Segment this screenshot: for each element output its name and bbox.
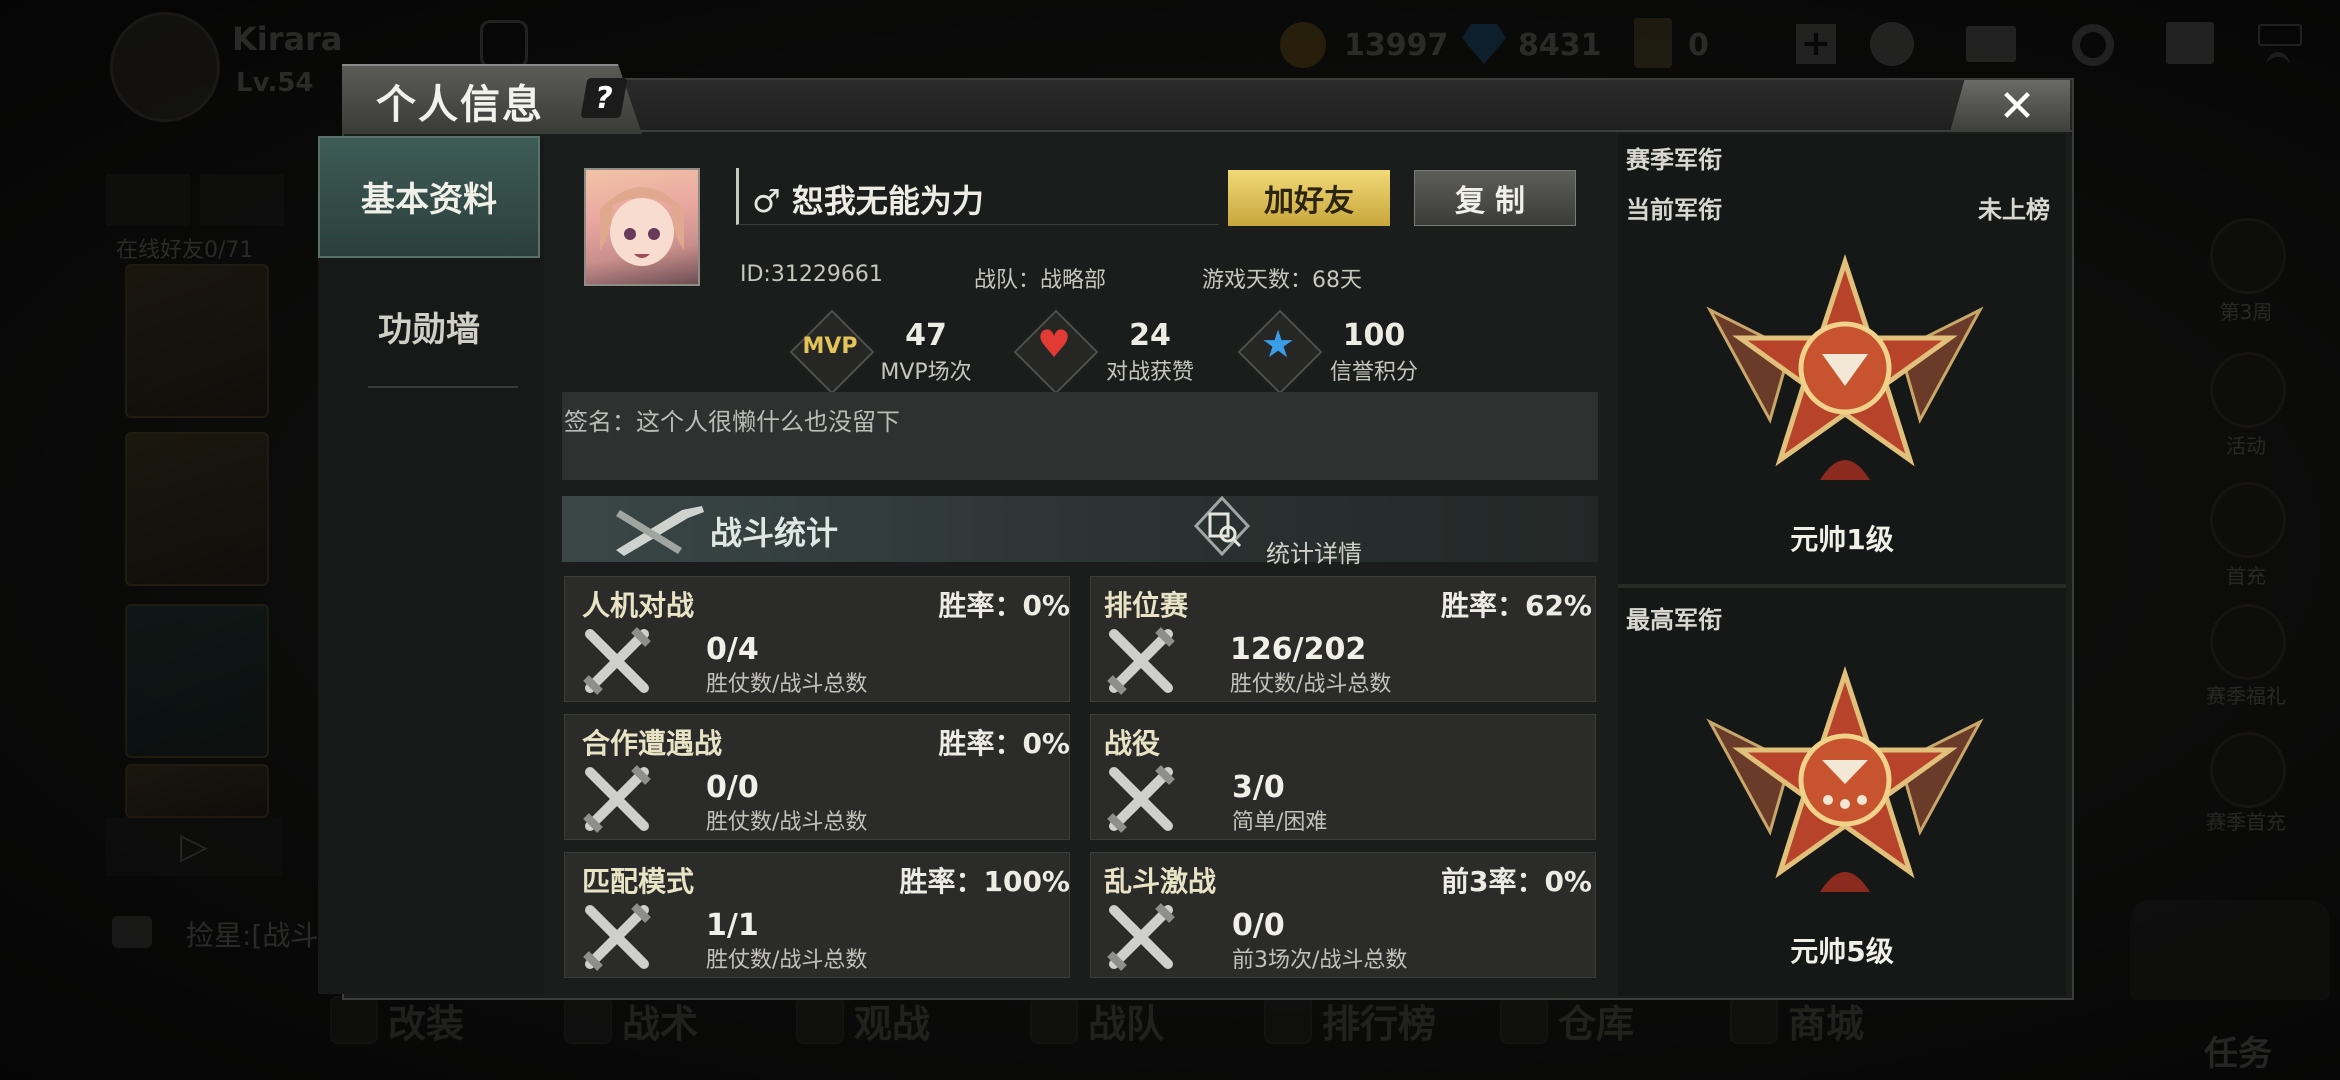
avatar-portrait bbox=[600, 187, 684, 266]
copy-button[interactable]: 复制 bbox=[1414, 170, 1576, 226]
current-rank-medal bbox=[1706, 253, 1984, 480]
best-rank-label: 最高军衔 bbox=[1626, 606, 1722, 634]
mode-title: 人机对战 bbox=[582, 589, 695, 622]
rifle-icon bbox=[612, 500, 708, 560]
profile-avatar[interactable] bbox=[584, 168, 700, 286]
likes-label: 对战获赞 bbox=[1105, 360, 1194, 385]
mode-rate: 胜率：100% bbox=[899, 865, 1070, 898]
mode-title: 乱斗激战 bbox=[1104, 865, 1217, 898]
best-rank-name: 元帅5级 bbox=[1790, 935, 1894, 968]
credit-label: 信誉积分 bbox=[1329, 360, 1418, 385]
nav-tab-honor-wall[interactable]: 功勋墙 bbox=[318, 302, 540, 351]
mode-rate: 前3率：0% bbox=[1440, 865, 1592, 898]
mode-value: 0/0 bbox=[706, 770, 759, 805]
likes-count: 24 bbox=[1129, 318, 1171, 353]
close-button[interactable]: ✕ bbox=[1950, 80, 2070, 132]
battle-stats-title: 战斗统计 bbox=[710, 514, 839, 552]
mode-value: 0/0 bbox=[1232, 908, 1285, 943]
crossed-swords-icon bbox=[1107, 627, 1175, 695]
player-days: 游戏天数：68天 bbox=[1202, 268, 1362, 293]
mvp-label: MVP场次 bbox=[880, 360, 972, 385]
mode-rate: 胜率：0% bbox=[938, 727, 1070, 760]
help-button[interactable]: ? bbox=[580, 78, 628, 118]
male-icon: ♂ bbox=[752, 182, 781, 220]
signature-text: 签名：这个人很懒什么也没留下 bbox=[564, 408, 900, 436]
nav-divider bbox=[368, 386, 518, 388]
crossed-swords-icon bbox=[583, 903, 651, 971]
crossed-swords-icon bbox=[1107, 765, 1175, 833]
stats-detail-link[interactable]: 统计详情 bbox=[1266, 534, 1362, 569]
mode-title: 匹配模式 bbox=[582, 865, 695, 898]
modal-title: 个人信息 bbox=[376, 82, 544, 128]
season-rank-header: 赛季军衔 bbox=[1626, 146, 1722, 174]
profile-name: 恕我无能为力 bbox=[791, 182, 984, 220]
mode-sub: 胜仗数/战斗总数 bbox=[1230, 672, 1392, 697]
mode-value: 1/1 bbox=[706, 908, 759, 943]
mode-value: 3/0 bbox=[1232, 770, 1285, 805]
player-display-name: ♂ 恕我无能为力 bbox=[752, 176, 984, 222]
mode-sub: 前3场次/战斗总数 bbox=[1232, 948, 1408, 973]
mode-sub: 胜仗数/战斗总数 bbox=[706, 810, 868, 835]
crossed-swords-icon bbox=[583, 765, 651, 833]
crossed-swords-icon bbox=[583, 627, 651, 695]
mode-value: 126/202 bbox=[1230, 632, 1367, 667]
panel-divider bbox=[1618, 584, 2066, 588]
credit-score: 100 bbox=[1342, 318, 1406, 353]
mode-value: 0/4 bbox=[706, 632, 759, 667]
mode-title: 合作遭遇战 bbox=[582, 727, 723, 760]
current-rank-status: 未上榜 bbox=[1978, 196, 2050, 224]
mode-title: 排位赛 bbox=[1104, 589, 1189, 622]
player-id: ID:31229661 bbox=[740, 262, 883, 287]
mode-sub: 胜仗数/战斗总数 bbox=[706, 672, 868, 697]
profile-nav bbox=[318, 136, 544, 994]
add-friend-button[interactable]: 加好友 bbox=[1228, 170, 1390, 226]
mode-sub: 胜仗数/战斗总数 bbox=[706, 948, 868, 973]
current-rank-label: 当前军衔 bbox=[1626, 196, 1722, 224]
crossed-swords-icon bbox=[1107, 903, 1175, 971]
mode-rate: 胜率：62% bbox=[1440, 589, 1592, 622]
mode-sub: 简单/困难 bbox=[1232, 810, 1328, 835]
mode-rate: 胜率：0% bbox=[938, 589, 1070, 622]
current-rank-name: 元帅1级 bbox=[1790, 523, 1894, 556]
nav-tab-basic-info-label[interactable]: 基本资料 bbox=[318, 172, 540, 221]
mvp-count: 47 bbox=[905, 318, 947, 353]
player-team: 战队：战略部 bbox=[974, 268, 1107, 293]
stats-detail-icon[interactable] bbox=[1193, 495, 1251, 557]
best-rank-medal bbox=[1706, 665, 1984, 892]
mode-title: 战役 bbox=[1104, 727, 1161, 760]
